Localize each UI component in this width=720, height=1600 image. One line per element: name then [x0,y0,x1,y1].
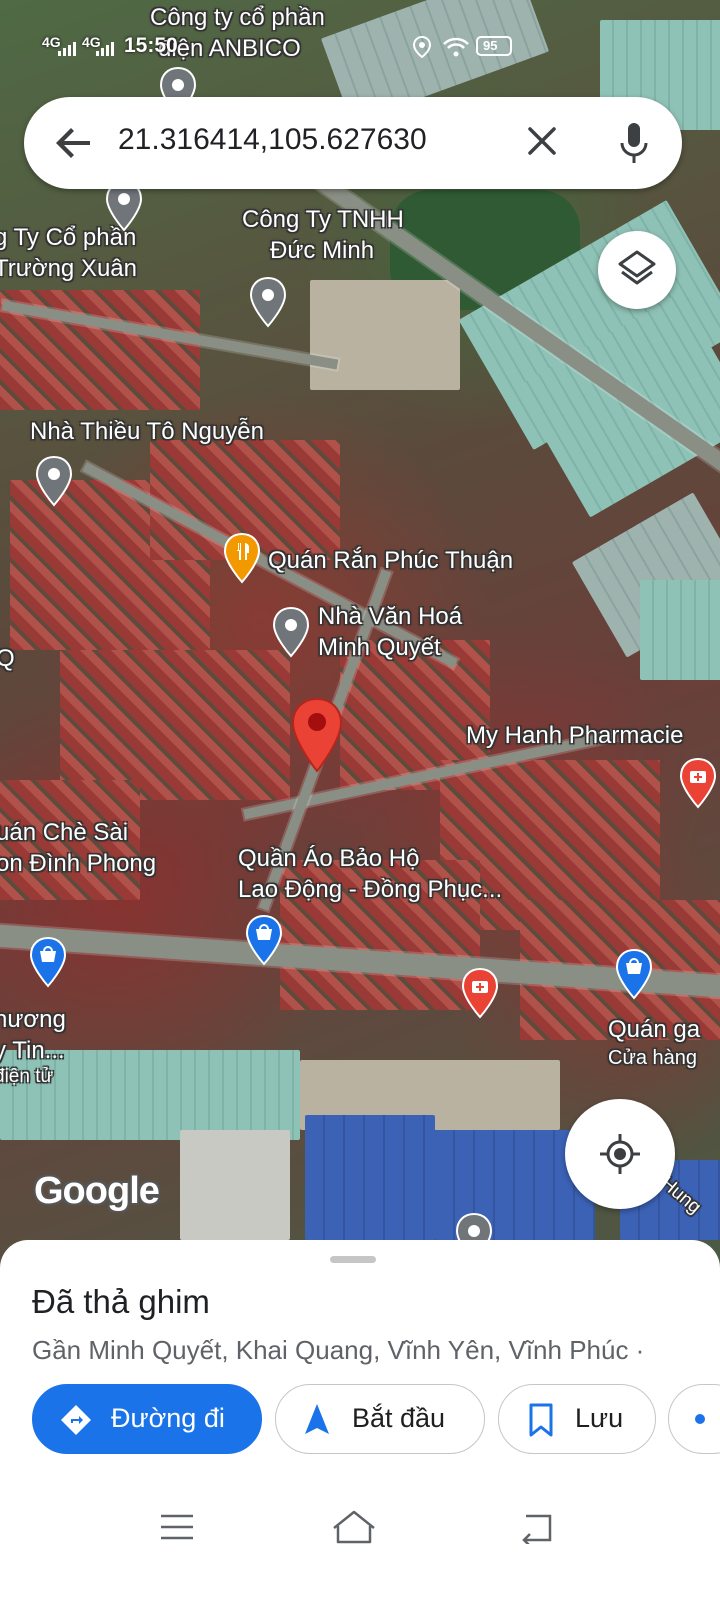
pharmacy-pin-icon[interactable] [460,967,500,1019]
map-label-line: Nhà Văn Hoá [318,603,463,630]
map-houses [60,650,290,800]
more-actions-button[interactable] [668,1384,720,1454]
battery-icon: 95 [476,36,512,56]
search-bar[interactable]: 21.316414,105.627630 [24,97,682,189]
pharmacy-pin-icon[interactable] [678,757,718,809]
close-icon[interactable] [518,117,566,165]
status-bar: 4G 4G 15:50 95 [0,0,720,90]
map-label-huong[interactable]: hương y Tin... điện tử [0,1004,66,1088]
map-label-line: Công Ty TNHH [242,206,404,233]
google-logo: Google [34,1170,160,1212]
directions-button[interactable]: Đường đi [32,1384,262,1454]
back-icon[interactable] [518,1510,558,1544]
map-label-line: Trường Xuân [0,255,137,282]
poi-pin-icon[interactable] [271,606,311,658]
map-label-my-hanh[interactable]: My Hanh Pharmacie [466,720,683,751]
poi-pin-icon[interactable] [34,455,74,507]
more-dot-icon [695,1414,705,1424]
shopping-pin-icon[interactable] [614,948,654,1000]
bookmark-icon [529,1403,553,1437]
map-label-bao-ho[interactable]: Quần Áo Bảo Hộ Lao Động - Đồng Phục... [238,843,502,905]
map-label-duc-minh[interactable]: Công Ty TNHH Đức Minh [242,204,404,266]
directions-label: Đường đi [111,1403,225,1433]
wifi-icon [443,37,469,57]
map-view[interactable]: Công ty cổ phần điện ANBICO g Ty Cổ phần… [0,0,720,1270]
system-navigation-bar [0,1480,720,1600]
home-icon[interactable] [330,1508,378,1546]
map-label-line: Đức Minh [270,237,375,264]
dropped-pin-icon[interactable] [290,697,344,775]
layers-button[interactable] [598,231,676,309]
save-label: Lưu [575,1403,624,1433]
map-label-line: Q [0,645,15,672]
signal-bars-icon [96,42,114,56]
map-label-quan-ran[interactable]: Quán Rắn Phúc Thuận [268,545,513,576]
shopping-pin-icon[interactable] [244,914,284,966]
search-query[interactable]: 21.316414,105.627630 [118,123,427,157]
map-building [180,1130,290,1240]
navigation-arrow-icon [305,1404,329,1434]
map-label-nha-van-hoa[interactable]: Nhà Văn Hoá Minh Quyết [318,601,462,663]
mic-icon[interactable] [610,117,658,169]
map-label-line: Nhà Thiều Tô Nguyễn [30,418,264,445]
map-building [640,580,720,680]
battery-level: 95 [483,38,498,53]
map-label-line: hương [0,1006,66,1033]
map-label-line: Quần Áo Bảo Hộ [238,845,420,872]
arrow-left-icon[interactable] [50,119,98,167]
map-label-line: uán Chè Sài [0,819,129,846]
save-button[interactable]: Lưu [498,1384,656,1454]
map-label-line: Quán Rắn Phúc Thuận [268,547,514,574]
poi-pin-icon[interactable] [248,276,288,328]
map-lot [310,280,460,390]
map-label-line: Lao Động - Đồng Phục... [238,876,503,903]
place-address: Gần Minh Quyết, Khai Quang, Vĩnh Yên, Vĩ… [32,1335,645,1365]
status-time: 15:50 [124,34,178,57]
map-label-line: Cửa hàng [608,1047,698,1069]
start-button[interactable]: Bắt đầu [275,1384,485,1454]
my-location-icon [600,1134,640,1174]
map-label-line: Quán ga [608,1016,701,1043]
map-label-line: y Tin... [0,1037,65,1064]
map-label-quan-ga[interactable]: Quán ga Cửa hàng [608,1014,700,1071]
map-label-che-sai[interactable]: uán Chè Sài on Đình Phong [0,817,156,879]
map-label-line: on Đình Phong [0,850,157,877]
map-building [305,1115,435,1240]
map-label-line: điện tử [0,1066,54,1087]
directions-icon [61,1405,91,1435]
sheet-drag-handle[interactable] [330,1256,376,1263]
start-label: Bắt đầu [352,1403,446,1433]
shopping-pin-icon[interactable] [28,936,68,988]
signal-bars-icon [58,42,76,56]
menu-icon[interactable] [158,1512,196,1542]
layers-icon [618,250,656,285]
location-icon [412,36,432,58]
map-label-line: Minh Quyết [318,634,441,661]
map-label-thieu-to-nguyen[interactable]: Nhà Thiều Tô Nguyễn [30,416,264,447]
map-label-line: My Hanh Pharmacie [466,722,684,749]
place-title: Đã thả ghim [32,1283,210,1320]
restaurant-pin-icon[interactable] [222,532,262,584]
map-label-q[interactable]: Q [0,643,15,674]
my-location-button[interactable] [565,1099,675,1209]
